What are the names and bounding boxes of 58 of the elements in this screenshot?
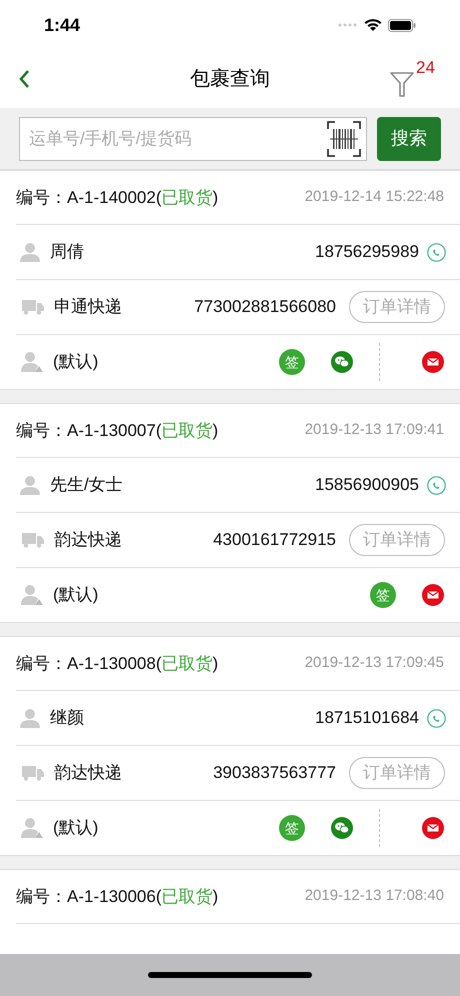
person-icon xyxy=(21,351,43,373)
person-icon xyxy=(21,817,43,839)
courier-name: 申通快递 xyxy=(54,296,122,318)
recipient-name: 先生/女士 xyxy=(50,474,123,496)
tracking-number: 773002881566080 xyxy=(194,296,336,318)
order-time: 2019-12-13 17:09:41 xyxy=(304,420,444,440)
person-icon xyxy=(20,475,40,495)
filter-button[interactable] xyxy=(390,71,414,97)
sign-button[interactable]: 签 xyxy=(279,349,305,375)
recipient-name: 周倩 xyxy=(50,241,84,264)
sign-button[interactable]: 签 xyxy=(370,582,396,608)
search-button[interactable]: 搜索 xyxy=(377,116,441,160)
mail-icon[interactable] xyxy=(422,817,444,839)
mail-icon[interactable] xyxy=(422,584,444,606)
chat-bubbles-icon[interactable] xyxy=(331,817,353,839)
order-time: 2019-12-13 17:09:45 xyxy=(304,653,444,674)
filter-count-label: 24 xyxy=(416,59,435,76)
person-icon xyxy=(21,584,43,606)
order-time: 2019-12-13 17:08:40 xyxy=(304,886,444,906)
order-number: 编号：A-1-130006(已取货) xyxy=(16,886,218,908)
signal-icon xyxy=(338,22,358,28)
operator-name: (默认) xyxy=(53,817,98,840)
status-time: 1:44 xyxy=(44,14,80,36)
order-number: 编号：A-1-140002(已取货) xyxy=(16,186,218,209)
operator-name: (默认) xyxy=(53,351,98,374)
order-detail-button[interactable]: 订单详情 xyxy=(349,524,445,556)
courier-name: 韵达快递 xyxy=(54,762,122,784)
recipient-name: 继颜 xyxy=(50,707,84,730)
back-icon xyxy=(18,69,30,89)
truck-icon xyxy=(22,765,44,781)
phone-icon[interactable] xyxy=(427,242,446,262)
battery-icon xyxy=(388,18,416,32)
phone-number: 18715101684 xyxy=(314,707,419,730)
page-title: 包裹查询 xyxy=(190,67,270,92)
tracking-number: 4300161772915 xyxy=(213,529,336,552)
operator-name: (默认) xyxy=(53,584,98,606)
mail-icon[interactable] xyxy=(422,351,444,373)
search-field[interactable]: 运单号/手机号/提货码 xyxy=(19,116,367,160)
wifi-icon xyxy=(364,18,382,32)
truck-icon xyxy=(22,532,44,548)
chat-bubbles-icon[interactable] xyxy=(331,351,353,373)
phone-icon[interactable] xyxy=(427,708,446,728)
barcode-scan-icon[interactable] xyxy=(327,120,361,156)
sign-button[interactable]: 签 xyxy=(279,815,305,841)
person-icon xyxy=(20,708,40,728)
filter-icon xyxy=(390,71,414,97)
phone-number: 15856900905 xyxy=(314,474,419,496)
phone-number: 18756295989 xyxy=(314,241,419,264)
tracking-number: 3903837563777 xyxy=(213,762,336,784)
order-time: 2019-12-14 15:22:48 xyxy=(304,187,444,208)
order-number: 编号：A-1-130008(已取货) xyxy=(16,652,218,675)
courier-name: 韵达快递 xyxy=(54,529,122,552)
truck-icon xyxy=(22,299,44,315)
person-icon xyxy=(20,242,40,262)
order-detail-button[interactable]: 订单详情 xyxy=(349,757,445,789)
order-number: 编号：A-1-130007(已取货) xyxy=(16,420,218,442)
phone-icon[interactable] xyxy=(427,476,446,494)
order-detail-button[interactable]: 订单详情 xyxy=(349,291,445,323)
